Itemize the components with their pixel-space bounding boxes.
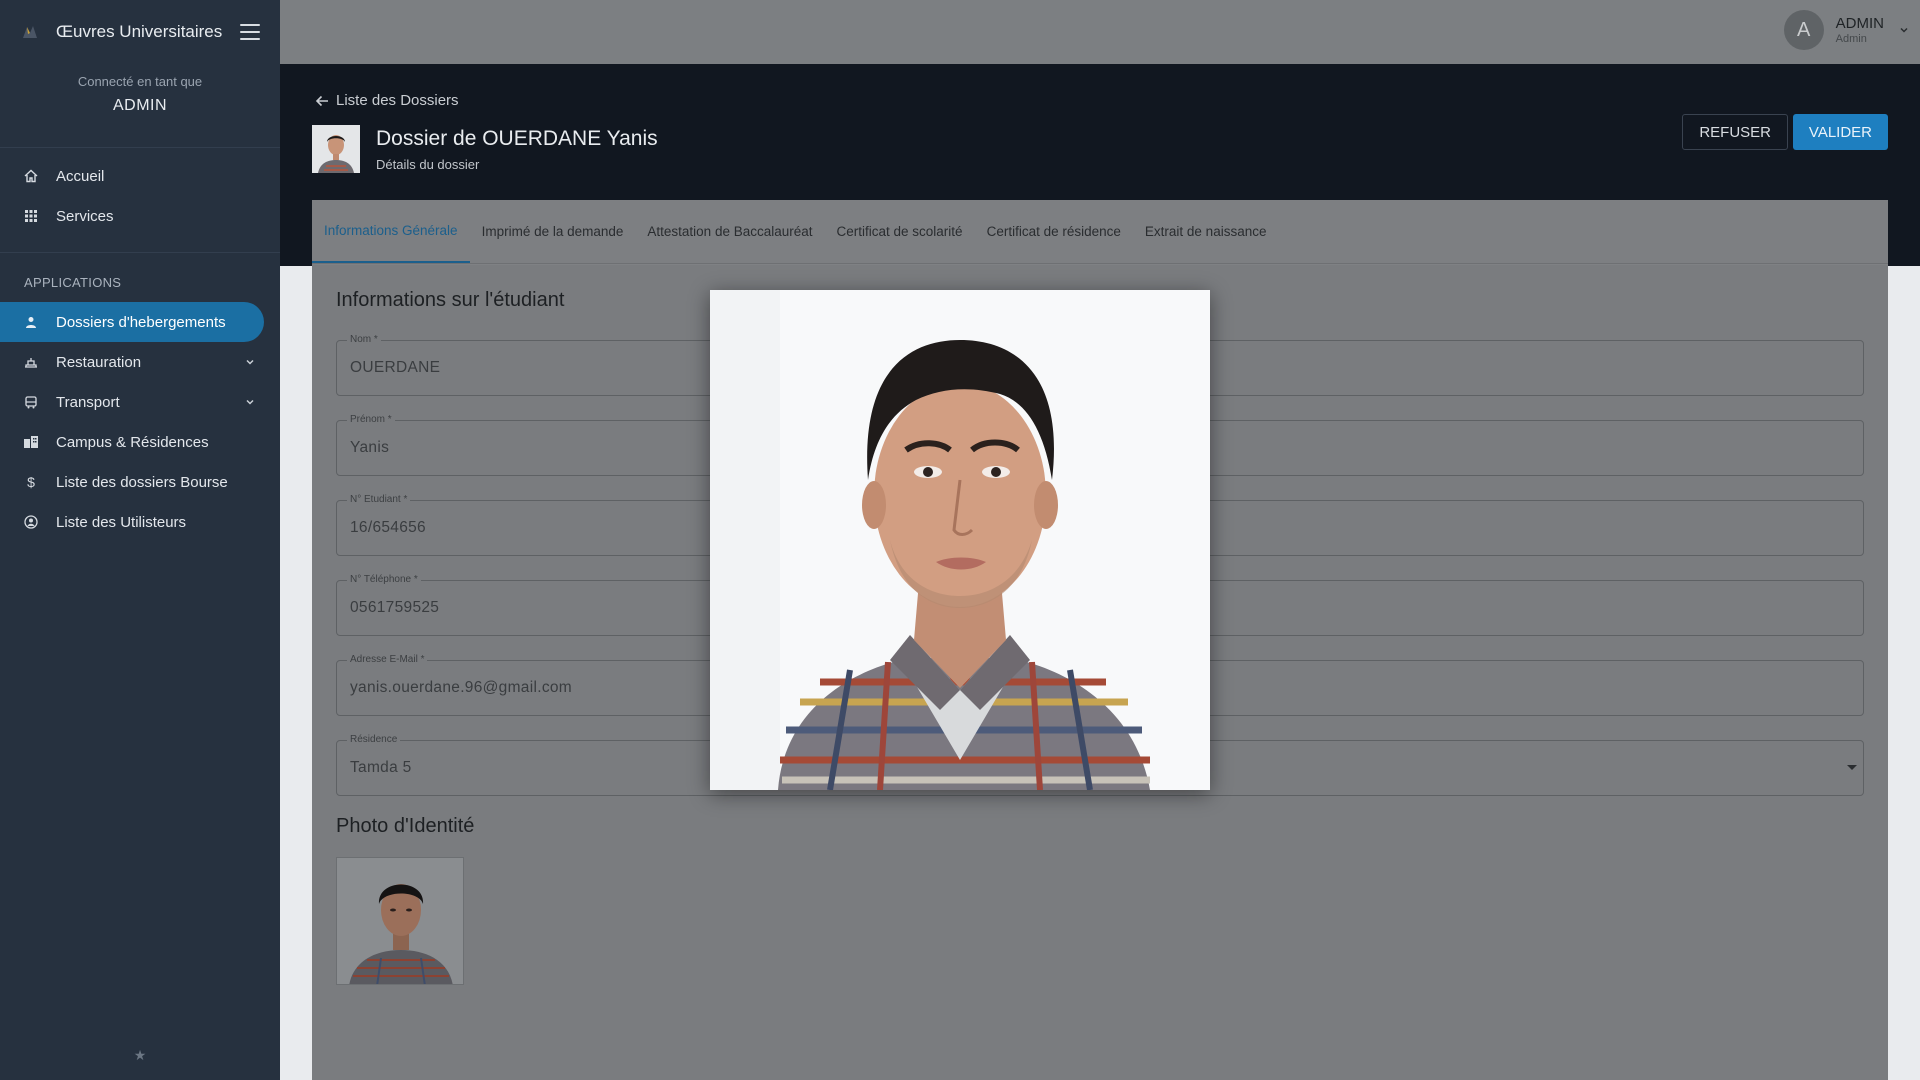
sidebar-item-campus-residences[interactable]: Campus & Résidences [0,422,280,462]
building-icon [24,435,38,449]
profile-text: ADMIN Admin [1836,15,1884,45]
connected-user-box: Connecté en tant que ADMIN [0,64,280,148]
student-section-title: Informations sur l'étudiant [336,289,565,311]
refuse-button[interactable]: REFUSER [1682,114,1788,150]
sidebar-item-restauration[interactable]: Restauration [0,342,280,382]
field-label: Adresse E-Mail * [347,654,428,665]
app-logo-icon [23,26,37,38]
back-link[interactable]: Liste des Dossiers [314,92,459,109]
chevron-down-icon [246,399,254,405]
sidebar-item-transport[interactable]: Transport [0,382,280,422]
sidebar-item-label: Services [56,207,114,225]
field-value: 16/654656 [350,519,426,536]
connected-label: Connecté en tant que [77,74,203,89]
main-nav: Accueil Services [0,148,280,236]
page-title: Dossier de OUERDANE Yanis [376,127,658,150]
sidebar-item-label: Campus & Résidences [56,433,209,451]
arrow-left-icon [315,95,328,106]
sidebar-footer-star-icon: ★ [133,1047,147,1063]
validate-button[interactable]: VALIDER [1792,114,1888,150]
photo-section-title: Photo d'Identité [336,815,475,837]
sidebar-item-label: Restauration [56,353,142,371]
tab-attestation-bac[interactable]: Attestation de Baccalauréat [635,199,824,263]
dossier-avatar-thumbnail [312,125,360,173]
connected-user-name: ADMIN [112,97,168,114]
tab-certificat-scolarite[interactable]: Certificat de scolarité [825,199,975,263]
topbar: A ADMIN Admin [280,0,1920,64]
tab-bar: Informations Générale Imprimé de la dema… [312,200,1888,264]
brand-bar: Œuvres Universitaires [0,0,280,64]
tab-imprime-demande[interactable]: Imprimé de la demande [470,199,636,263]
dollar-icon: $ [27,474,35,490]
tab-informations-generale[interactable]: Informations Générale [312,199,470,263]
chevron-down-icon [246,359,254,365]
sidebar-item-services[interactable]: Services [0,196,280,236]
user-profile-menu[interactable]: A ADMIN Admin [1783,10,1910,50]
page-subtitle: Détails du dossier [376,157,480,172]
sidebar: Œuvres Universitaires Connecté en tant q… [0,0,280,1080]
sidebar-item-accueil[interactable]: Accueil [0,156,280,196]
sidebar-item-label: Transport [56,393,120,411]
sidebar-item-utilisateurs[interactable]: Liste des Utilisteurs [0,502,280,542]
chevron-down-icon [1900,27,1908,33]
sidebar-item-label: Dossiers d'hebergements [56,313,226,331]
bus-icon [24,395,38,409]
app-title: Œuvres Universitaires [56,22,223,41]
avatar: A [1783,10,1824,50]
tab-extrait-naissance[interactable]: Extrait de naissance [1133,199,1279,263]
person-icon [24,315,38,329]
back-link-label: Liste des Dossiers [336,92,459,109]
field-value: OUERDANE [350,359,441,376]
field-value: yanis.ouerdane.96@gmail.com [350,679,573,696]
home-icon [24,169,38,183]
grid-icon [24,209,38,223]
field-value: Yanis [350,439,390,456]
profile-role: Admin [1835,33,1867,45]
portrait-photo [710,290,1210,790]
enlarged-id-photo [710,290,1210,790]
profile-name: ADMIN [1835,15,1884,32]
applications-section-label: APPLICATIONS [24,275,122,290]
sidebar-item-dossiers-hebergements[interactable]: Dossiers d'hebergements [0,302,264,342]
field-label: N° Téléphone * [347,574,421,585]
sidebar-item-label: Liste des Utilisteurs [56,513,187,531]
field-label: Prénom * [347,414,395,425]
users-icon [24,515,38,529]
id-photo-thumbnail[interactable] [336,857,464,985]
dropdown-arrow-icon [1847,765,1857,770]
field-label: N° Etudiant * [347,494,411,505]
field-value: 0561759525 [350,599,440,616]
applications-nav: Dossiers d'hebergements Restauration Tra… [0,302,280,542]
restaurant-icon [24,355,38,369]
tab-certificat-residence[interactable]: Certificat de résidence [975,199,1133,263]
field-label: Résidence [347,734,401,745]
field-label: Nom * [347,334,381,345]
menu-toggle-icon[interactable] [240,24,260,40]
sidebar-item-label: Accueil [56,167,105,185]
field-value: Tamda 5 [350,759,412,776]
sidebar-item-dossiers-bourse[interactable]: $ Liste des dossiers Bourse [0,462,280,502]
sidebar-item-label: Liste des dossiers Bourse [56,473,228,491]
